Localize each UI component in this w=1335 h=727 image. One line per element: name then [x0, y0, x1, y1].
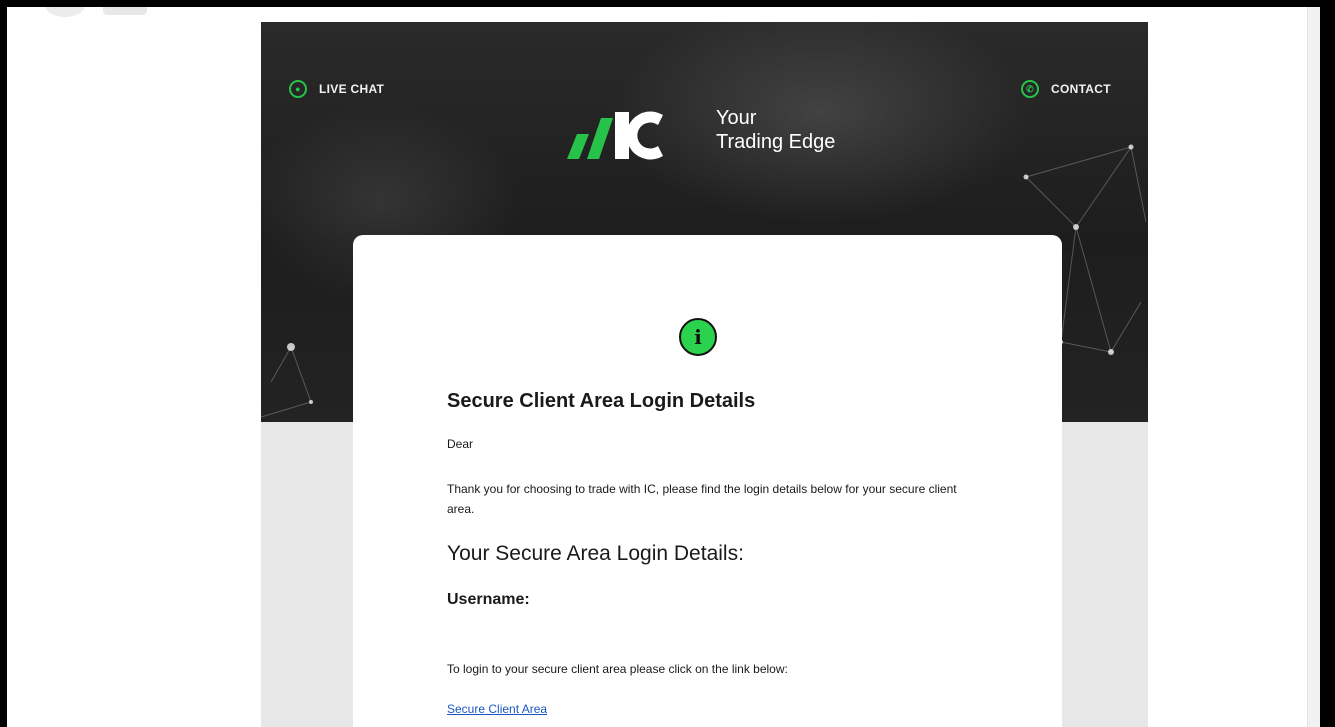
ic-logo-mark: [567, 111, 663, 160]
info-icon: i: [679, 318, 717, 356]
email-viewer: ● LIVE CHAT ✆ CONTACT Your Trading Edge: [7, 7, 1320, 727]
email-body: ● LIVE CHAT ✆ CONTACT Your Trading Edge: [261, 22, 1148, 727]
tagline-line-1: Your: [716, 107, 757, 129]
chat-icon: ●: [289, 80, 307, 98]
greeting: Dear: [447, 437, 474, 451]
secure-client-area-link[interactable]: Secure Client Area: [447, 702, 547, 716]
section-heading: Your Secure Area Login Details:: [447, 542, 744, 565]
content-card: i Secure Client Area Login Details Dear …: [353, 235, 1062, 727]
sender-avatar: [45, 7, 85, 17]
live-chat-link[interactable]: ● LIVE CHAT: [289, 80, 384, 98]
username-label: Username:: [447, 591, 530, 608]
tagline-line-2: Trading Edge: [716, 131, 836, 153]
phone-icon: ✆: [1021, 80, 1039, 98]
contact-link[interactable]: ✆ CONTACT: [1021, 80, 1111, 98]
live-chat-label: LIVE CHAT: [319, 82, 385, 96]
scrollbar[interactable]: [1307, 7, 1320, 727]
contact-label: CONTACT: [1051, 82, 1111, 96]
login-instruction: To login to your secure client area plea…: [447, 662, 788, 676]
sender-label-placeholder: [103, 7, 147, 15]
email-title: Secure Client Area Login Details: [447, 390, 756, 412]
tagline: Your Trading Edge: [716, 106, 916, 154]
intro-paragraph: Thank you for choosing to trade with IC,…: [447, 482, 957, 516]
